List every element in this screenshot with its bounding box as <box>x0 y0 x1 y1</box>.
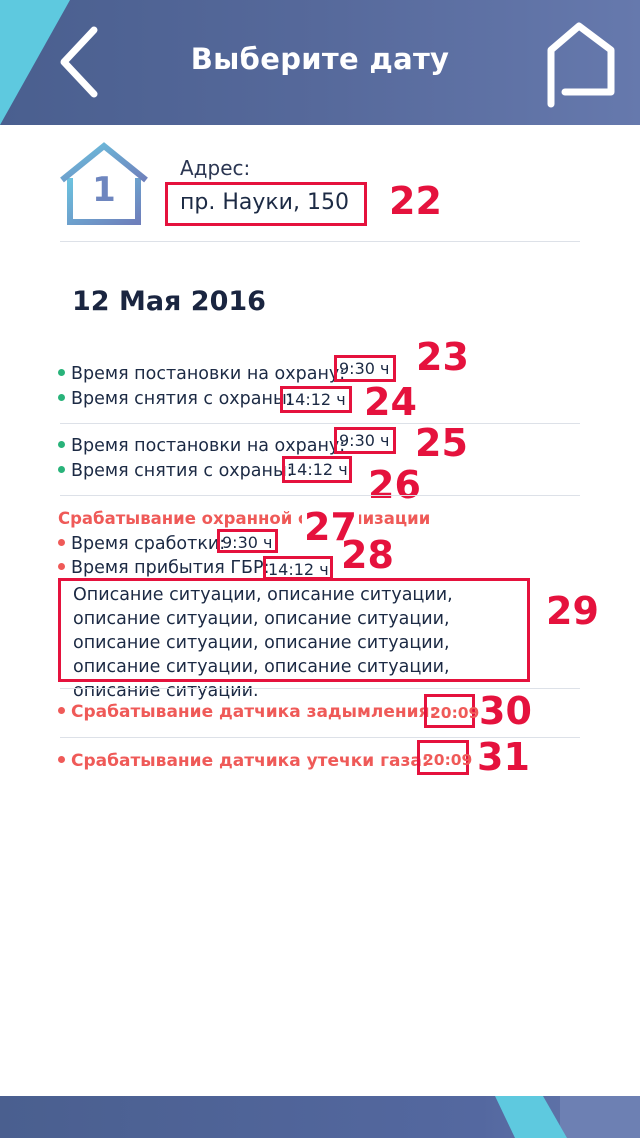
annotation-30: 30 <box>479 689 532 733</box>
smoke-sensor-label: Срабатывание датчика задымления: <box>71 702 437 722</box>
status-dot <box>58 393 65 401</box>
smoke-sensor-row: Срабатывание датчика задымления: <box>58 702 436 722</box>
date-heading: 12 Мая 2016 <box>72 286 266 317</box>
annotation-28: 28 <box>341 533 394 577</box>
status-dot <box>58 465 65 473</box>
trigger-label: Время сработки: <box>71 534 226 554</box>
arrival-time-value: 14:12 ч <box>263 556 333 580</box>
arm-label: Время постановки на охрану: <box>71 436 346 456</box>
disarm-time-row: Время снятия с охраны: <box>58 389 293 409</box>
disarm-time-value: 14:12 ч <box>280 386 352 413</box>
arrival-time-row: Время прибытия ГБР: <box>58 558 270 578</box>
annotation-31: 31 <box>477 735 530 779</box>
gas-sensor-label: Срабатывание датчика утечки газа: <box>71 751 429 771</box>
footer-accent-shape <box>495 1096 567 1138</box>
situation-description: Описание ситуации, описание ситуации, оп… <box>58 578 530 701</box>
annotation-25: 25 <box>415 421 468 465</box>
divider <box>60 241 580 242</box>
arm-time-row: Время постановки на охрану: <box>58 436 345 456</box>
arm-time-row: Время постановки на охрану: <box>58 364 345 384</box>
status-dot <box>58 440 65 448</box>
app-footer <box>0 1096 640 1138</box>
disarm-time-row: Время снятия с охраны: <box>58 461 293 481</box>
flag-icon <box>547 22 615 108</box>
alarm-title: Срабатывание охранной сигнализации <box>58 509 431 528</box>
status-dot <box>58 538 65 546</box>
arm-time-value: 9:30 ч <box>334 427 396 454</box>
trigger-time-row: Время сработки: <box>58 534 225 554</box>
gas-sensor-row: Срабатывание датчика утечки газа: <box>58 751 429 771</box>
house-number: 1 <box>92 170 116 210</box>
gas-sensor-time: 20:09 <box>417 740 472 775</box>
annotation-29: 29 <box>546 589 599 633</box>
arm-time-value: 9:30 ч <box>334 355 396 382</box>
status-dot <box>58 706 65 714</box>
arrival-label: Время прибытия ГБР: <box>71 558 270 578</box>
status-dot <box>58 368 65 376</box>
smoke-sensor-time: 20:09 <box>424 694 479 728</box>
annotation-23: 23 <box>416 335 469 379</box>
address-label: Адрес: <box>180 156 251 180</box>
arm-label: Время постановки на охрану: <box>71 364 346 384</box>
app-header: Выберите дату <box>0 0 640 125</box>
disarm-label: Время снятия с охраны: <box>71 461 293 481</box>
status-dot <box>58 562 65 570</box>
divider <box>60 495 580 496</box>
disarm-label: Время снятия с охраны: <box>71 389 293 409</box>
annotation-24: 24 <box>364 380 417 424</box>
status-dot <box>58 755 65 763</box>
disarm-time-value: 14:12 ч <box>282 456 352 483</box>
flag-button[interactable] <box>543 20 617 108</box>
trigger-time-value: 9:30 ч <box>217 529 278 553</box>
annotation-26: 26 <box>368 463 421 507</box>
divider <box>60 423 580 424</box>
annotation-22: 22 <box>389 179 442 223</box>
address-value: пр. Науки, 150 <box>165 182 367 226</box>
